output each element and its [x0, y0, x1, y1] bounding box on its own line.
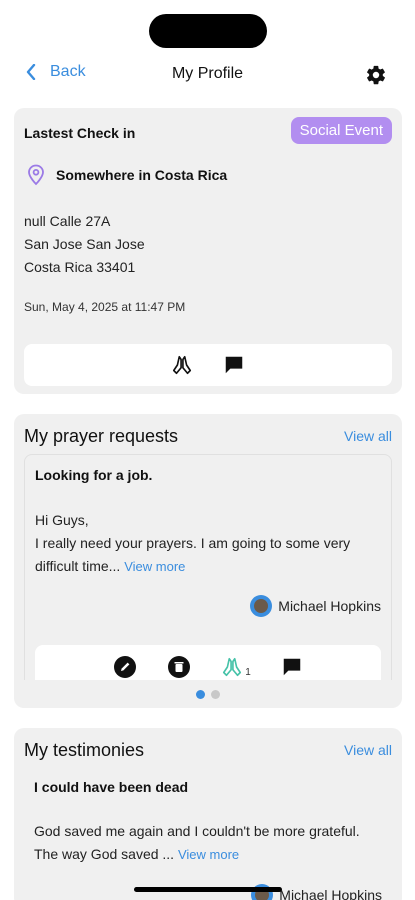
address-line: Costa Rica 33401 — [24, 259, 136, 275]
pray-button[interactable]: 1 — [221, 656, 251, 678]
edit-icon[interactable] — [113, 655, 137, 679]
testimony-view-more-link[interactable]: View more — [178, 847, 239, 862]
event-type-badge: Social Event — [290, 117, 392, 144]
delete-icon[interactable] — [167, 655, 191, 679]
prayer-view-more-link[interactable]: View more — [124, 559, 185, 574]
device-notch — [149, 14, 267, 48]
prayer-request-greeting: Hi Guys, — [35, 512, 89, 528]
prayer-request-body: Hi Guys, I really need your prayers. I a… — [35, 509, 385, 578]
pagination-dots[interactable] — [14, 690, 402, 699]
comment-icon[interactable] — [281, 656, 303, 678]
navigation-bar: Back My Profile — [0, 56, 415, 92]
comment-icon[interactable] — [223, 354, 245, 376]
address-line: null Calle 27A — [24, 213, 111, 229]
checkin-address: null Calle 27A San Jose San Jose Costa R… — [24, 210, 145, 279]
prayer-request-actions: 1 — [35, 645, 381, 680]
prayer-author[interactable]: Michael Hopkins — [250, 595, 381, 617]
author-name: Michael Hopkins — [278, 598, 381, 614]
page-dot[interactable] — [211, 690, 220, 699]
testimonies-view-all-link[interactable]: View all — [344, 742, 392, 758]
prayer-request-text: I really need your prayers. I am going t… — [35, 535, 351, 574]
address-line: San Jose San Jose — [24, 236, 145, 252]
location-name: Somewhere in Costa Rica — [56, 167, 228, 183]
prayer-requests-title: My prayer requests — [24, 426, 179, 446]
author-name: Michael Hopkins — [279, 887, 382, 900]
prayer-request-item[interactable]: Looking for a job. Hi Guys, I really nee… — [24, 454, 392, 680]
location-pin-icon — [28, 164, 44, 186]
checkin-date: Sun, May 4, 2025 at 11:47 PM — [24, 300, 186, 314]
avatar — [250, 595, 273, 617]
praying-hands-icon[interactable] — [171, 354, 193, 376]
gear-icon[interactable] — [365, 64, 387, 86]
latest-checkin-card: Lastest Check in Social Event Somewhere … — [14, 108, 402, 394]
prayer-view-all-link[interactable]: View all — [344, 428, 392, 444]
testimonies-card: My testimonies View all I could have bee… — [14, 728, 402, 900]
checkin-actions — [24, 344, 392, 386]
testimonies-title: My testimonies — [24, 740, 145, 760]
checkin-location: Somewhere in Costa Rica — [26, 164, 227, 186]
pray-count: 1 — [245, 667, 251, 678]
praying-hands-icon — [223, 657, 242, 677]
prayer-request-title: Looking for a job. — [35, 467, 153, 483]
home-indicator — [134, 887, 282, 892]
testimony-body: God saved me again and I couldn't be mor… — [34, 820, 364, 866]
page-dot-active[interactable] — [196, 690, 205, 699]
testimony-title: I could have been dead — [34, 779, 189, 795]
checkin-label: Lastest Check in — [24, 125, 136, 141]
page-title: My Profile — [171, 65, 244, 82]
prayer-requests-card: My prayer requests View all Looking for … — [14, 414, 402, 708]
